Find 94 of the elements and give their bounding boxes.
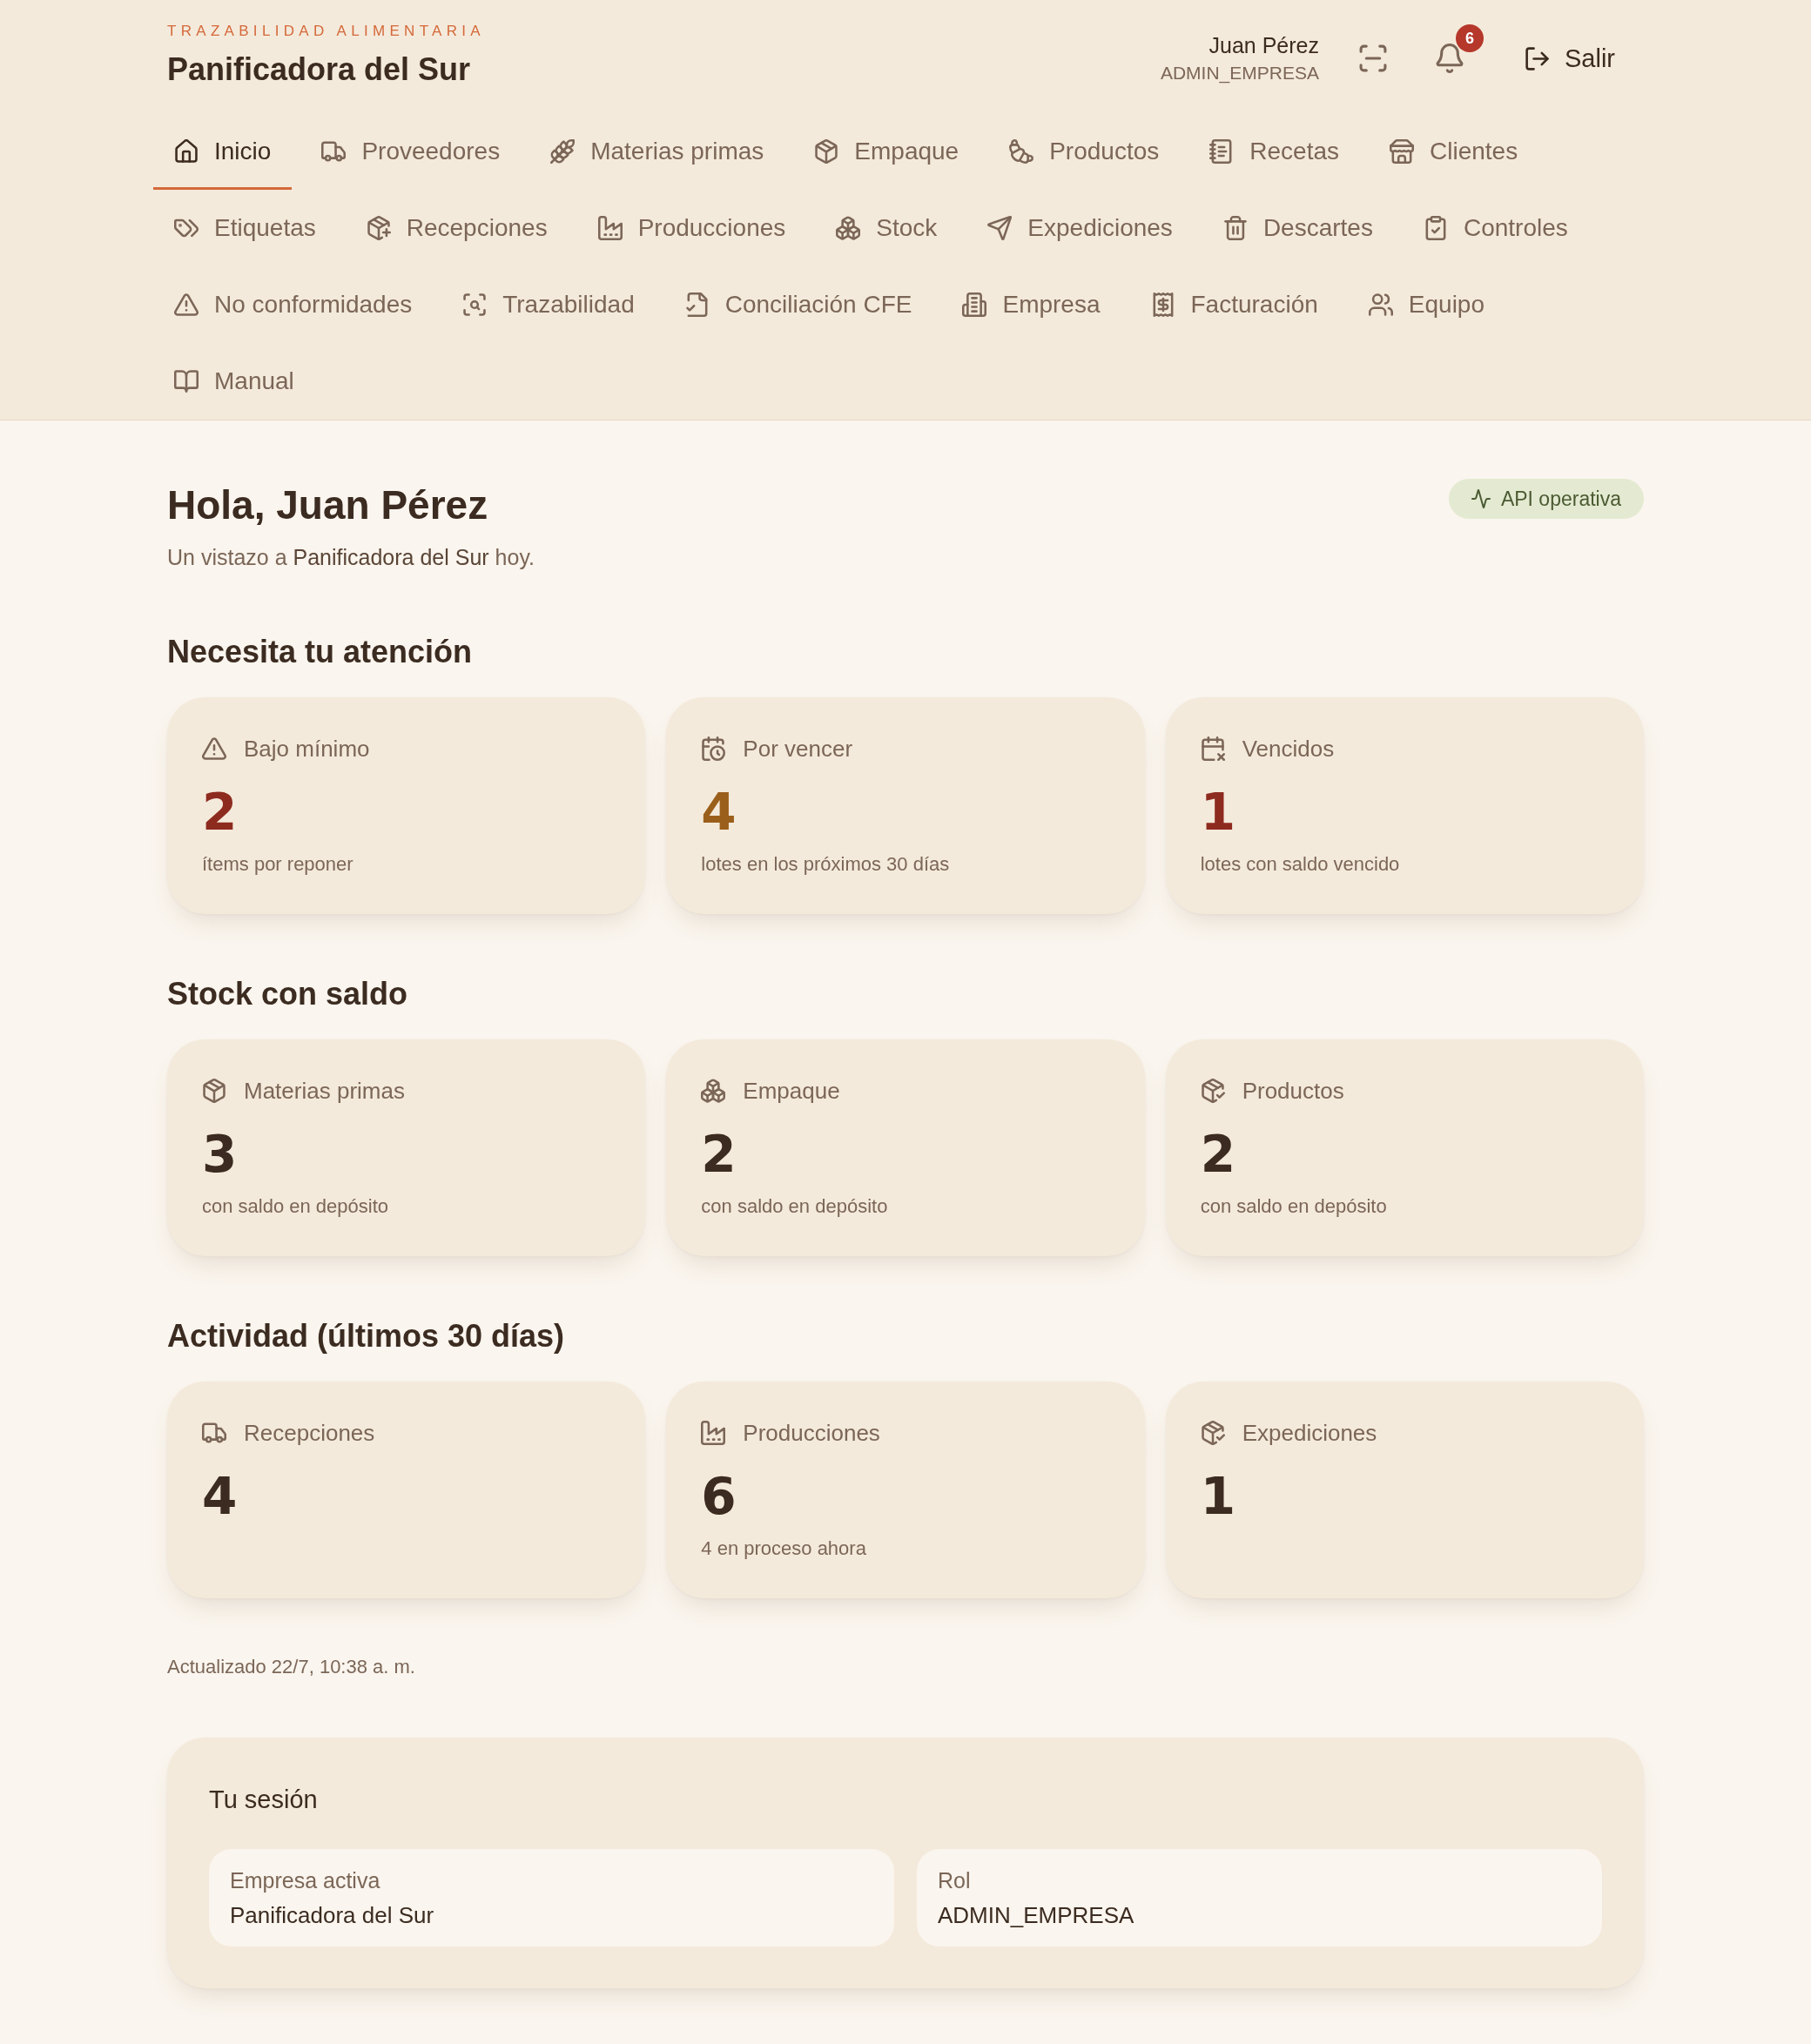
nav-tab[interactable]: Recetas [1188, 113, 1360, 190]
nav-tab[interactable]: Empresa [941, 266, 1121, 343]
card-label: Productos [1242, 1077, 1344, 1106]
nav-tab[interactable]: Equipo [1347, 266, 1505, 343]
card-label: Bajo mínimo [244, 735, 370, 763]
warning-icon [174, 292, 199, 317]
croissant-icon [1009, 139, 1034, 164]
card-label: Producciones [743, 1419, 880, 1448]
notification-badge: 6 [1456, 24, 1484, 52]
box-icon [202, 1079, 226, 1103]
card-note: con saldo en depósito [202, 1194, 389, 1219]
field-value: Panificadora del Sur [230, 1901, 434, 1929]
wheat-icon [550, 139, 576, 164]
card-note: con saldo en depósito [1200, 1194, 1387, 1219]
nav-tab[interactable]: Stock [815, 190, 959, 266]
nav-tab[interactable]: Descartes [1202, 190, 1394, 266]
logout-button[interactable]: Salir [1511, 34, 1629, 83]
greeting-subtitle: Un vistazo a Panificadora del Sur hoy. [167, 544, 535, 571]
card-note: lotes en los próximos 30 días [701, 852, 950, 877]
greeting-title: Hola, Juan Pérez [167, 483, 488, 527]
field-label: Empresa activa [230, 1867, 380, 1894]
card-value: 4 [202, 1469, 238, 1524]
trash-icon [1222, 216, 1248, 240]
card-note: lotes con saldo vencido [1200, 852, 1400, 877]
nav-tab[interactable]: Empaque [793, 113, 980, 190]
nav-tab[interactable]: Producciones [576, 190, 807, 266]
bell-icon [1435, 44, 1464, 73]
nav-tab[interactable]: No conformidades [153, 266, 434, 343]
nav-tab[interactable]: Recepciones [345, 190, 569, 266]
card-label: Empaque [743, 1077, 840, 1106]
truck-icon [321, 139, 347, 164]
boxes-icon [836, 216, 861, 240]
card-value: 6 [701, 1469, 737, 1524]
card-value: 4 [701, 784, 737, 840]
status-label: API operativa [1500, 487, 1621, 512]
scan-search-icon [462, 292, 488, 317]
nav-tab[interactable]: Conciliación CFE [663, 266, 933, 343]
nav-tab[interactable]: Clientes [1369, 113, 1539, 190]
paper-plane-icon [987, 216, 1013, 240]
card-label: Recepciones [244, 1419, 375, 1448]
card-value: 2 [202, 784, 238, 840]
scan-icon [1358, 44, 1388, 73]
field-label: Rol [938, 1867, 971, 1894]
factory-icon [701, 1421, 726, 1445]
section-heading: Actividad (últimos 30 días) [167, 1319, 565, 1354]
card-value: 3 [202, 1126, 238, 1182]
card-note: ítems por reponer [202, 852, 353, 877]
box-check-icon [1200, 1421, 1225, 1445]
nav-tab[interactable]: Etiquetas [153, 190, 337, 266]
nav-tab[interactable]: Materias primas [529, 113, 785, 190]
company-name: Panificadora del Sur [167, 50, 471, 89]
boxes-icon [701, 1079, 726, 1103]
factory-icon [597, 216, 623, 240]
store-icon [1390, 139, 1414, 164]
user-role: ADMIN_EMPRESA [1160, 62, 1319, 85]
card-label: Vencidos [1242, 735, 1335, 763]
card-label: Expediciones [1242, 1419, 1377, 1448]
users-icon [1368, 292, 1393, 317]
house-icon [174, 139, 199, 164]
calendar-clock-icon [701, 736, 726, 761]
brand-tagline: TRAZABILIDAD ALIMENTARIA [167, 22, 485, 41]
user-name: Juan Pérez [1208, 32, 1319, 59]
nav-tab[interactable]: Inicio [153, 113, 293, 190]
nav-tab[interactable]: Facturación [1129, 266, 1339, 343]
pulse-icon [1471, 489, 1491, 508]
nav-tab[interactable]: Proveedores [300, 113, 522, 190]
card-value: 2 [1200, 1126, 1235, 1182]
truck-icon [202, 1421, 226, 1445]
card-value: 2 [701, 1126, 737, 1182]
calendar-x-icon [1200, 736, 1225, 761]
file-check-icon [684, 292, 710, 317]
card-value: 1 [1200, 784, 1235, 840]
card-note: con saldo en depósito [701, 1194, 888, 1219]
field-value: ADMIN_EMPRESA [938, 1901, 1134, 1929]
card-label: Materias primas [244, 1077, 405, 1106]
box-icon [814, 139, 839, 164]
nav-tab[interactable]: Controles [1402, 190, 1589, 266]
box-check-icon [1200, 1079, 1225, 1103]
section-heading: Necesita tu atención [167, 635, 473, 669]
warning-icon [202, 736, 226, 761]
building-icon [962, 292, 987, 317]
section-heading: Stock con saldo [167, 977, 408, 1012]
logout-icon [1525, 45, 1550, 71]
card-note: 4 en proceso ahora [701, 1536, 866, 1561]
nav-tab[interactable]: Manual [153, 343, 315, 420]
panel-title: Tu sesión [209, 1785, 318, 1815]
card-label: Por vencer [743, 735, 853, 763]
book-icon [174, 369, 199, 393]
box-plus-icon [366, 216, 391, 240]
last-updated: Actualizado 22/7, 10:38 a. m. [167, 1655, 415, 1679]
nav-tab[interactable]: Productos [988, 113, 1181, 190]
card-value: 1 [1200, 1469, 1235, 1524]
nav-tab[interactable]: Trazabilidad [441, 266, 656, 343]
nav-tab[interactable]: Expediciones [966, 190, 1194, 266]
